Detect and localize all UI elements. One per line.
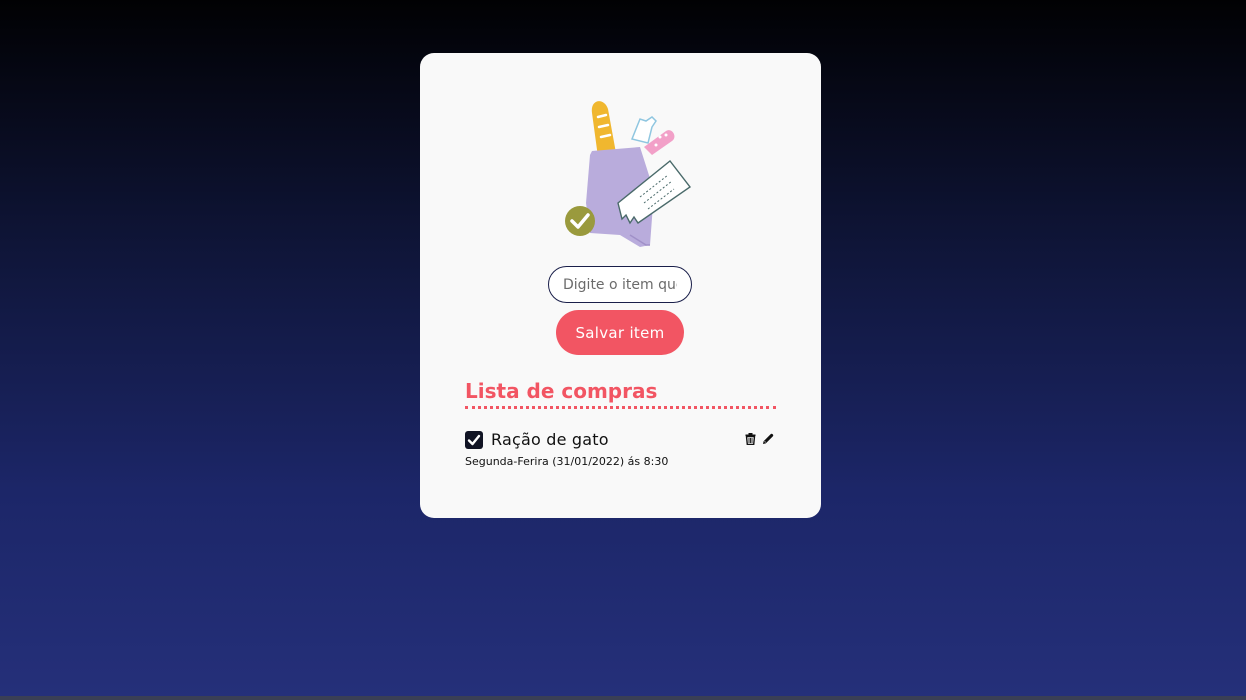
delete-item-button[interactable] xyxy=(743,432,757,446)
shopping-card: Salvar item Lista de compras Ração de ga… xyxy=(420,53,821,518)
item-input[interactable] xyxy=(548,266,692,303)
grocery-bag-illustration-icon xyxy=(565,101,692,247)
checkmark-icon xyxy=(467,434,481,446)
list-item: Ração de gato Segunda-Ferira (31/01/2022… xyxy=(465,430,776,471)
edit-item-button[interactable] xyxy=(761,432,775,446)
shopping-list-title: Lista de compras xyxy=(465,378,776,409)
item-checkbox[interactable] xyxy=(465,431,483,449)
trash-icon xyxy=(745,433,755,445)
item-date: Segunda-Ferira (31/01/2022) ás 8:30 xyxy=(465,455,669,468)
item-name: Ração de gato xyxy=(491,430,609,449)
bottom-edge xyxy=(0,696,1246,700)
save-item-button[interactable]: Salvar item xyxy=(556,310,684,355)
pencil-icon xyxy=(763,433,774,444)
